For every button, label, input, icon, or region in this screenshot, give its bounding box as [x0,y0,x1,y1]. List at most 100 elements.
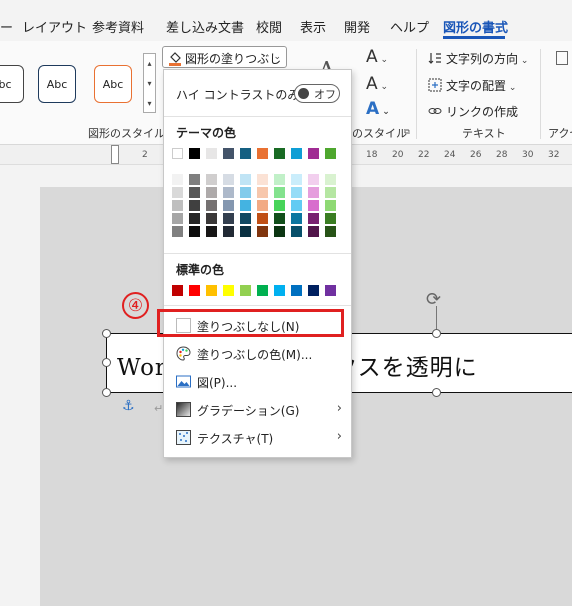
theme-shade-swatch[interactable] [257,226,268,237]
gradient-menu-item[interactable]: グラデーション(G) › [176,399,350,421]
standard-color-swatch[interactable] [206,285,217,296]
theme-shade-swatch[interactable] [308,226,319,237]
standard-color-swatch[interactable] [257,285,268,296]
align-text-button[interactable]: 文字の配置 ⌄ [428,77,516,94]
theme-shade-swatch[interactable] [308,174,319,185]
standard-color-swatch[interactable] [291,285,302,296]
theme-color-swatch[interactable] [172,148,183,159]
theme-color-swatch[interactable] [325,148,336,159]
theme-shade-swatch[interactable] [223,187,234,198]
text-direction-button[interactable]: 文字列の方向 ⌄ [428,50,528,67]
standard-color-swatch[interactable] [240,285,251,296]
theme-shade-swatch[interactable] [257,187,268,198]
theme-shade-swatch[interactable] [308,200,319,211]
standard-color-swatch[interactable] [189,285,200,296]
theme-shade-swatch[interactable] [223,213,234,224]
theme-shade-swatch[interactable] [325,200,336,211]
theme-shade-swatch[interactable] [189,174,200,185]
theme-shade-swatch[interactable] [291,213,302,224]
theme-shade-swatch[interactable] [189,226,200,237]
theme-shade-swatch[interactable] [172,174,183,185]
theme-shade-swatch[interactable] [257,213,268,224]
tab-partial[interactable]: ー [0,17,13,36]
standard-color-swatch[interactable] [223,285,234,296]
theme-shade-swatch[interactable] [257,200,268,211]
theme-shade-swatch[interactable] [274,213,285,224]
indent-marker[interactable] [111,145,119,164]
theme-shade-swatch[interactable] [291,200,302,211]
texture-menu-item[interactable]: テクスチャ(T) › [176,427,350,449]
tab-view[interactable]: 表示 [300,17,326,36]
theme-color-swatch[interactable] [274,148,285,159]
tab-developer[interactable]: 開発 [344,17,370,36]
theme-color-swatch[interactable] [189,148,200,159]
theme-shade-swatch[interactable] [291,187,302,198]
theme-shade-swatch[interactable] [274,187,285,198]
theme-shade-swatch[interactable] [325,213,336,224]
high-contrast-toggle[interactable]: オフ [294,84,340,103]
rotate-handle-icon[interactable]: ⟳ [426,289,441,310]
theme-color-swatch[interactable] [257,148,268,159]
shape-style-sample-2[interactable]: Abc [38,65,76,103]
shape-fill-button[interactable]: 図形の塗りつぶし ⌄ [162,46,287,68]
theme-shade-swatch[interactable] [206,226,217,237]
theme-shade-swatch[interactable] [206,174,217,185]
theme-shade-swatch[interactable] [291,174,302,185]
theme-shade-swatch[interactable] [308,187,319,198]
shape-style-sample-3[interactable]: Abc [94,65,132,103]
theme-shade-swatch[interactable] [240,200,251,211]
create-link-button[interactable]: リンクの作成 [428,103,518,120]
theme-shade-swatch[interactable] [172,226,183,237]
theme-shade-swatch[interactable] [223,200,234,211]
theme-shade-swatch[interactable] [172,200,183,211]
tab-layout[interactable]: レイアウト [22,17,87,36]
tab-mailings[interactable]: 差し込み文書 [166,17,244,36]
theme-shade-swatch[interactable] [206,187,217,198]
theme-shade-swatch[interactable] [240,187,251,198]
theme-color-swatch[interactable] [308,148,319,159]
tab-help[interactable]: ヘルプ [390,17,429,36]
resize-handle-top-left[interactable] [102,329,111,338]
theme-shade-swatch[interactable] [240,213,251,224]
standard-color-swatch[interactable] [308,285,319,296]
theme-shade-swatch[interactable] [257,174,268,185]
theme-shade-swatch[interactable] [325,174,336,185]
theme-shade-swatch[interactable] [189,187,200,198]
resize-handle-top[interactable] [432,329,441,338]
picture-fill-menu-item[interactable]: 図(P)... [176,371,350,393]
theme-shade-swatch[interactable] [223,226,234,237]
alt-text-icon[interactable] [556,51,568,65]
text-fill-icon[interactable]: A ⌄ [366,47,388,67]
theme-shade-swatch[interactable] [325,226,336,237]
theme-color-swatch[interactable] [240,148,251,159]
resize-handle-left[interactable] [102,358,111,367]
style-gallery-scroll[interactable]: ▴ ▾ ▾ [143,53,156,113]
standard-color-swatch[interactable] [325,285,336,296]
resize-handle-bottom[interactable] [432,388,441,397]
theme-color-swatch[interactable] [223,148,234,159]
theme-shade-swatch[interactable] [206,213,217,224]
theme-shade-swatch[interactable] [274,174,285,185]
theme-shade-swatch[interactable] [240,226,251,237]
theme-shade-swatch[interactable] [240,174,251,185]
theme-shade-swatch[interactable] [223,174,234,185]
theme-shade-swatch[interactable] [172,213,183,224]
text-outline-icon[interactable]: A ⌄ [366,74,388,94]
theme-shade-swatch[interactable] [189,200,200,211]
theme-shade-swatch[interactable] [274,200,285,211]
theme-shade-swatch[interactable] [189,213,200,224]
standard-color-swatch[interactable] [172,285,183,296]
theme-shade-swatch[interactable] [308,213,319,224]
theme-shade-swatch[interactable] [172,187,183,198]
theme-shade-swatch[interactable] [325,187,336,198]
more-fill-colors-menu-item[interactable]: 塗りつぶしの色(M)... [176,343,350,365]
theme-color-swatch[interactable] [291,148,302,159]
shape-style-sample-1[interactable]: bc [0,65,24,103]
tab-shape-format[interactable]: 図形の書式 [443,17,508,36]
resize-handle-bottom-left[interactable] [102,388,111,397]
text-effects-icon[interactable]: A ⌄ [366,99,390,119]
standard-color-swatch[interactable] [274,285,285,296]
theme-color-swatch[interactable] [206,148,217,159]
theme-shade-swatch[interactable] [291,226,302,237]
dialog-launcher-icon[interactable]: ⧉ [404,127,410,137]
